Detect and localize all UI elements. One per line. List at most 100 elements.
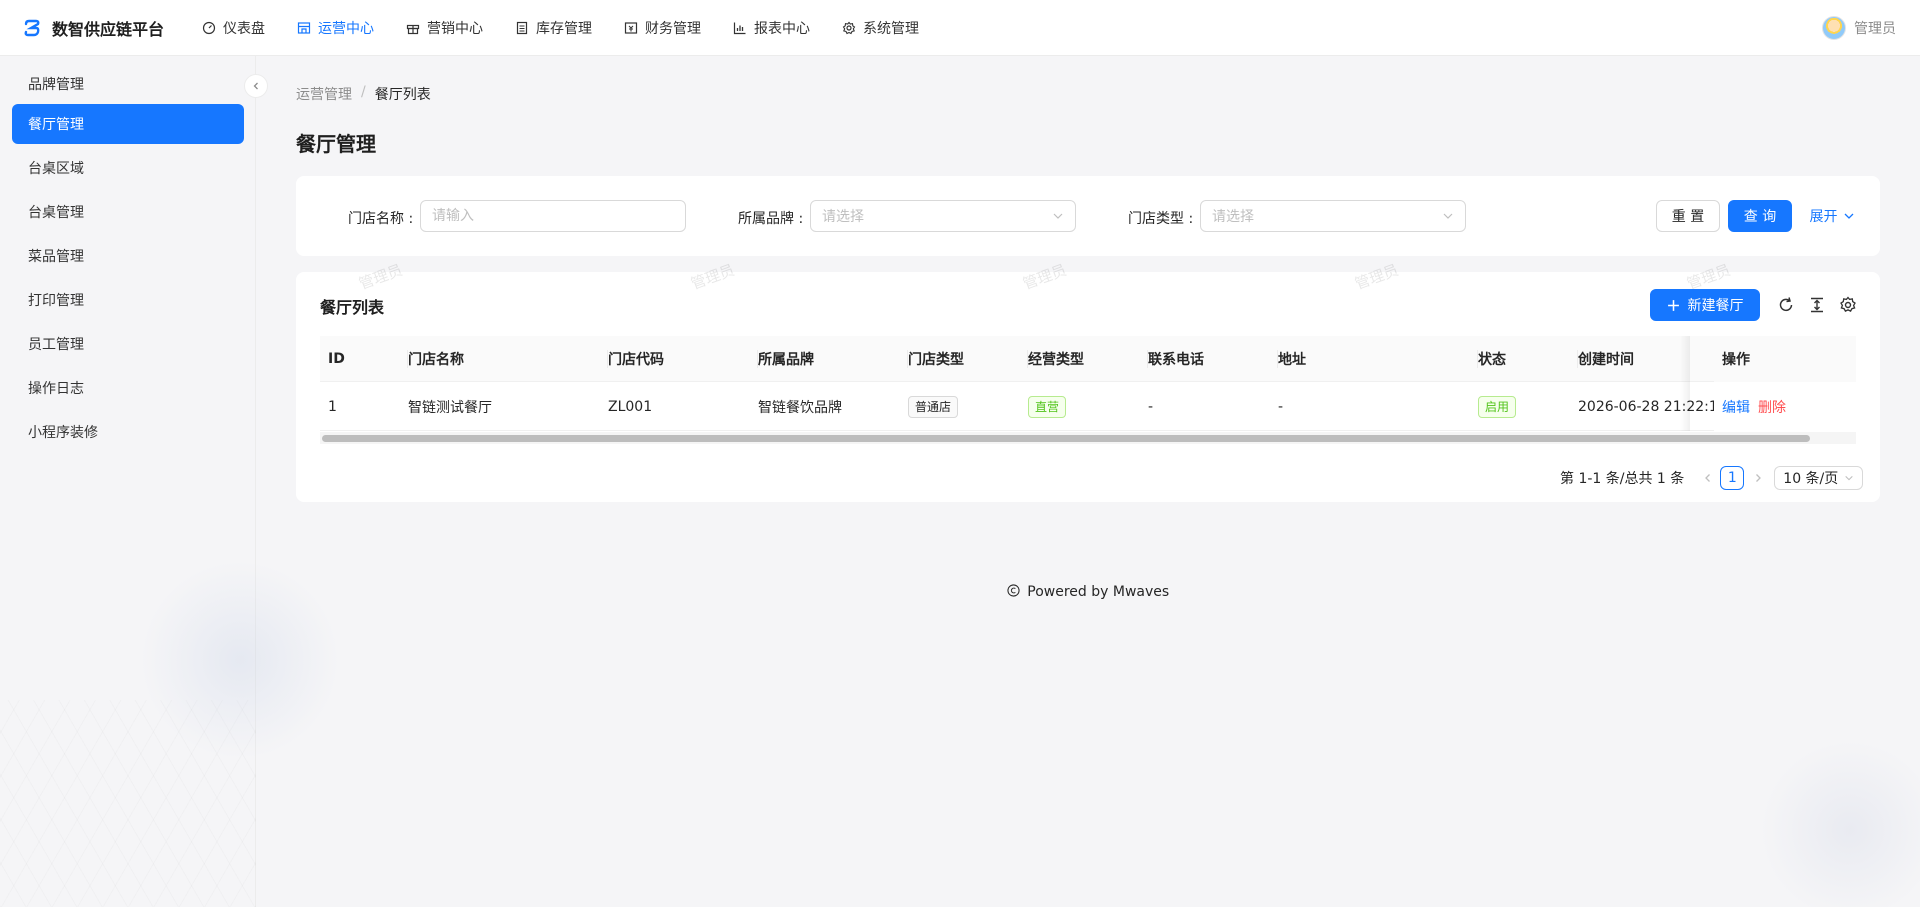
status-badge: 启用 [1478,395,1517,418]
nav-operations[interactable]: 运营中心 [281,0,390,56]
reset-button[interactable]: 重 置 [1656,200,1720,232]
store-name-input[interactable] [420,200,686,232]
column-header-business-type: 经营类型 [1028,336,1148,381]
nav-marketing[interactable]: 营销中心 [390,0,499,56]
watermark: 管理员 [1020,260,1069,294]
chevron-left-icon [253,82,258,90]
new-restaurant-label: 新建餐厅 [1687,298,1744,314]
delete-link[interactable]: 删除 [1758,397,1786,417]
sidebar-collapse-button[interactable] [244,74,268,98]
top-header: 数智供应链平台 仪表盘 运营中心 营销中心 库存管理 财务管理 报表中心 系统管… [0,0,1920,56]
cell-status: 启用 [1478,383,1578,430]
gear-icon [842,21,856,34]
breadcrumb-separator: / [361,84,366,100]
column-header-status: 状态 [1478,336,1578,381]
page-title: 餐厅管理 [296,132,376,156]
column-header-id: ID [328,336,408,381]
nav-system[interactable]: 系统管理 [826,0,935,56]
fixed-column-shadow [1680,336,1690,431]
background-blob [1760,740,1920,907]
sidebar-item-miniprogram[interactable]: 小程序装修 [12,412,244,452]
nav-finance[interactable]: 财务管理 [608,0,717,56]
sidebar-item-restaurant[interactable]: 餐厅管理 [12,104,244,144]
expand-label: 展开 [1809,209,1838,225]
nav-inventory[interactable]: 库存管理 [499,0,608,56]
sidebar-item-logs[interactable]: 操作日志 [12,368,244,408]
copyright-icon [1007,584,1020,597]
cell-code: ZL001 [608,398,653,415]
expand-button[interactable]: 展开 [1804,200,1860,232]
watermark: 管理员 [356,260,405,294]
column-header-brand: 所属品牌 [758,336,908,381]
user-menu[interactable]: 管理员 [1822,0,1896,56]
pagination: 第 1-1 条/总共 1 条 1 10 条/页 [1560,466,1864,490]
chevron-down-icon [1443,213,1453,219]
table-header: ID 门店名称 门店代码 所属品牌 门店类型 经营类型 联系电话 地址 状态 创… [320,336,1856,382]
nav-reports[interactable]: 报表中心 [717,0,826,56]
cell-store-type: 普通店 [908,383,1028,430]
sidebar-item-brand[interactable]: 品牌管理 [12,64,244,104]
column-header-actions: 操作 [1722,351,1750,368]
scrollbar-thumb[interactable] [322,435,1810,442]
next-page-icon[interactable] [1752,472,1764,484]
breadcrumb-parent[interactable]: 运营管理 [296,84,352,104]
table-row: 1 智链测试餐厅 ZL001 智链餐饮品牌 普通店 直营 - - 启用 2026… [320,383,1856,431]
nav-label: 财务管理 [645,20,701,37]
store-name-label: 门店名称 : [348,211,414,227]
column-header-phone: 联系电话 [1148,336,1278,381]
nav-label: 仪表盘 [223,20,265,37]
brand-select[interactable]: 请选择 [810,200,1076,232]
sidebar-item-dishes[interactable]: 菜品管理 [12,236,244,276]
user-name: 管理员 [1854,21,1896,37]
column-height-icon[interactable] [1808,296,1826,314]
cell-actions: 编辑 删除 [1722,383,1856,430]
breadcrumb: 运营管理 / 餐厅列表 [296,84,431,104]
prev-page-icon[interactable] [1702,472,1714,484]
footer: Powered by Mwaves [296,584,1880,600]
store-type-tag: 普通店 [908,395,959,418]
edit-link[interactable]: 编辑 [1722,397,1750,417]
logo-icon [24,19,40,36]
sidebar-item-print[interactable]: 打印管理 [12,280,244,320]
chart-icon [733,22,746,34]
page-size-select[interactable]: 10 条/页 [1774,466,1864,490]
chevron-down-icon [1845,475,1853,481]
store-type-select[interactable]: 请选择 [1200,200,1466,232]
cell-address: - [1278,398,1284,415]
sidebar-item-tables[interactable]: 台桌管理 [12,192,244,232]
query-button[interactable]: 查 询 [1728,200,1792,232]
column-header-created-at: 创建时间 [1578,351,1634,368]
sidebar-item-staff[interactable]: 员工管理 [12,324,244,364]
chevron-down-icon [1053,213,1063,219]
cell-id: 1 [328,398,337,415]
finance-icon [624,21,638,34]
store-type-label: 门店类型 : [1128,211,1194,227]
column-header-name: 门店名称 [408,336,608,381]
new-restaurant-button[interactable]: 新建餐厅 [1650,289,1760,321]
plus-icon [1667,299,1679,311]
shop-icon [297,21,311,34]
dashboard-icon [202,21,216,34]
sidebar-item-table-area[interactable]: 台桌区域 [12,148,244,188]
cell-business-type: 直营 [1028,383,1148,430]
business-type-tag: 直营 [1028,395,1067,418]
nav-dashboard[interactable]: 仪表盘 [186,0,281,56]
settings-icon[interactable] [1839,296,1857,314]
brand[interactable]: 数智供应链平台 [0,16,186,40]
store-type-select-placeholder: 请选择 [1212,209,1254,225]
brand-label: 所属品牌 : [738,211,804,227]
pagination-summary: 第 1-1 条/总共 1 条 [1560,471,1685,487]
nav-label: 库存管理 [536,20,592,37]
column-header-address: 地址 [1278,336,1478,381]
sidebar: 品牌管理 餐厅管理 台桌区域 台桌管理 菜品管理 打印管理 员工管理 操作日志 … [0,56,256,907]
cell-created-at: 2026-06-28 21:22:1 [1578,398,1714,415]
nav-label: 营销中心 [427,20,483,37]
column-header-store-type: 门店类型 [908,336,1028,381]
reload-icon[interactable] [1777,296,1795,314]
cell-phone: - [1148,398,1154,415]
nav-label: 系统管理 [863,20,919,37]
page-1-button[interactable]: 1 [1720,466,1745,490]
nav-label: 报表中心 [754,20,810,37]
footer-text: Powered by Mwaves [1027,584,1170,600]
table-horizontal-scrollbar[interactable] [320,432,1856,444]
